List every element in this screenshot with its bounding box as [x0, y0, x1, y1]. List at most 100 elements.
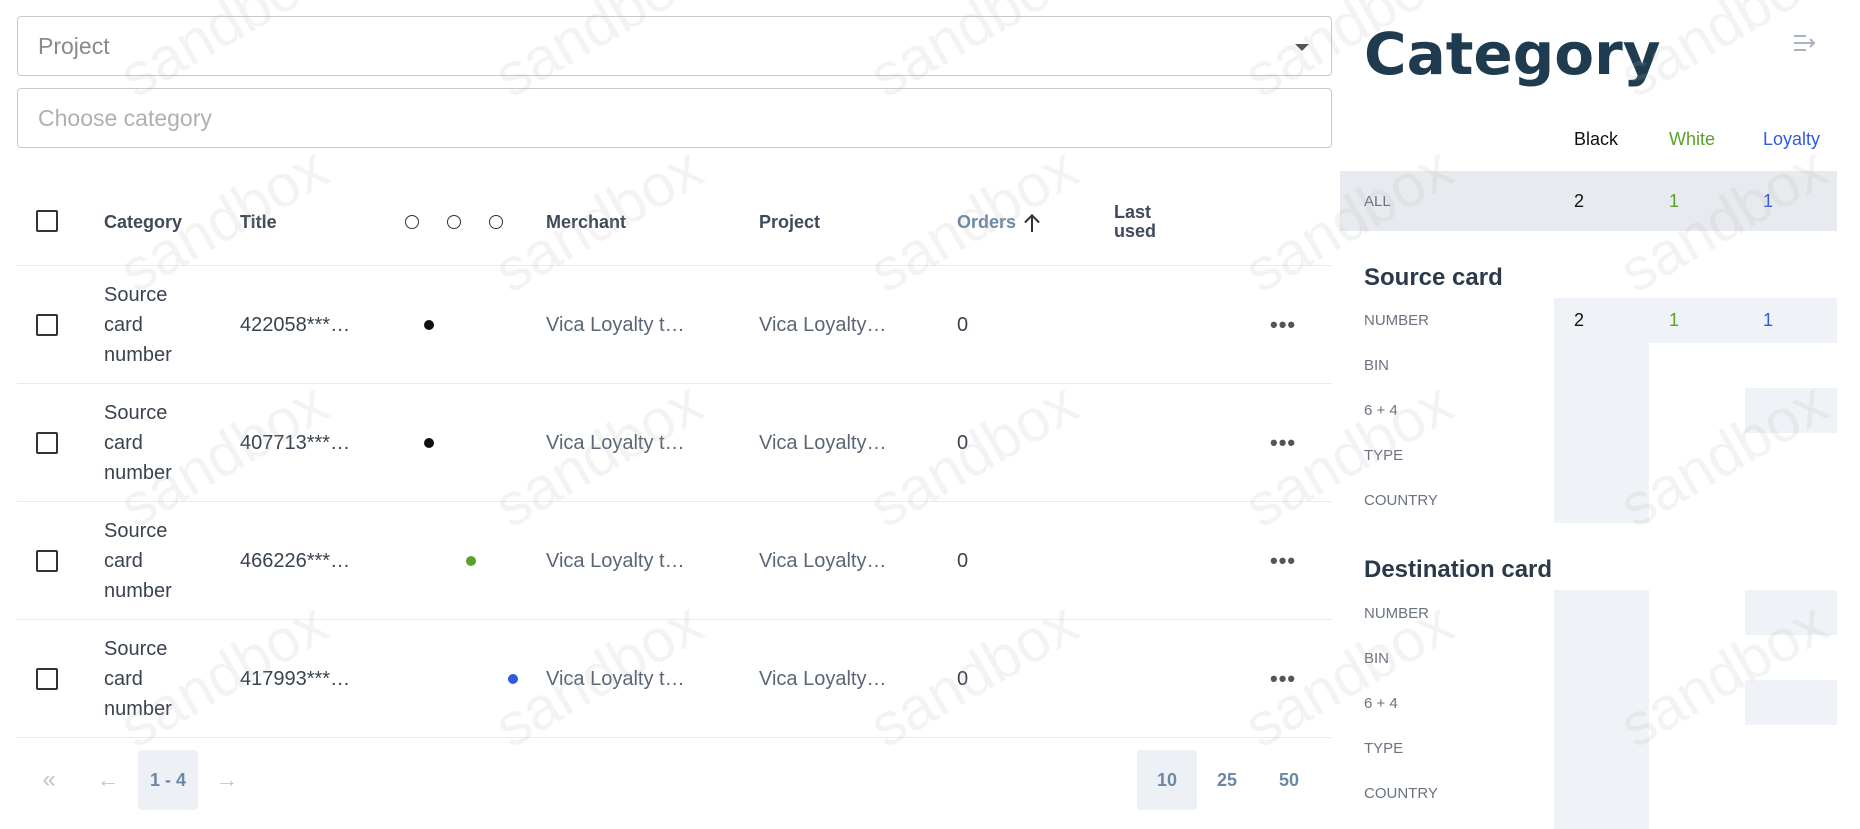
table-row[interactable]: Source card number 466226***… Vica Loyal… [17, 502, 1332, 620]
header-category[interactable]: Category [104, 178, 182, 266]
table-row[interactable]: Source card number 407713***… Vica Loyal… [17, 384, 1332, 502]
row-project[interactable]: Vica Loyalty… [759, 620, 886, 738]
circle-icon [489, 215, 503, 229]
dest-country-label: COUNTRY [1364, 785, 1438, 802]
source-bin-label: BIN [1364, 357, 1390, 374]
dest-64-loyalty-band [1745, 680, 1837, 725]
category-panel: Category Black White Loyalty ALL 2 1 1 S… [1340, 0, 1860, 829]
project-select[interactable]: Project [17, 16, 1332, 76]
select-all-checkbox[interactable] [36, 210, 58, 232]
row-merchant[interactable]: Vica Loyalty t… [546, 502, 685, 620]
source-card-title: Source card [1364, 264, 1503, 291]
row-status-dot [508, 620, 518, 738]
row-project[interactable]: Vica Loyalty… [759, 266, 886, 384]
rules-table: Category Title Merchant Project Orders L… [17, 178, 1332, 738]
row-merchant[interactable]: Vica Loyalty t… [546, 266, 685, 384]
row-status-dot [424, 384, 434, 502]
page-size-25[interactable]: 25 [1207, 750, 1247, 810]
source-number-white: 1 [1669, 310, 1680, 330]
pagination: « ← 1 - 4 → 10 25 50 [17, 750, 1332, 810]
source-64-label: 6 + 4 [1364, 402, 1398, 419]
row-category: Source card number [104, 384, 172, 502]
row-title: 417993***… [240, 667, 351, 690]
row-more-icon[interactable]: ••• [1270, 266, 1296, 384]
header-loyalty-circle[interactable] [489, 178, 503, 266]
dot-icon [466, 556, 476, 566]
source-type-label: TYPE [1364, 447, 1404, 464]
row-project[interactable]: Vica Loyalty… [759, 502, 886, 620]
source-number-black: 2 [1574, 310, 1585, 330]
row-category-line3: number [104, 344, 172, 366]
row-title: 407713***… [240, 431, 351, 454]
row-orders: 0 [957, 549, 969, 572]
header-white-circle[interactable] [447, 178, 461, 266]
next-page-button[interactable]: → [207, 750, 247, 810]
row-status-dot [466, 502, 476, 620]
all-white-value: 1 [1669, 191, 1680, 211]
dest-bin-label: BIN [1364, 650, 1390, 667]
row-title: 422058***… [240, 313, 351, 336]
col-loyalty-label: Loyalty [1763, 129, 1821, 149]
dest-type-label: TYPE [1364, 740, 1404, 757]
source-number-label: NUMBER [1364, 312, 1430, 329]
dot-icon [508, 674, 518, 684]
category-input[interactable]: Choose category [17, 88, 1332, 148]
row-more-icon[interactable]: ••• [1270, 502, 1296, 620]
page-range[interactable]: 1 - 4 [138, 750, 198, 810]
all-loyalty-value: 1 [1763, 191, 1774, 211]
row-category-line2: card [104, 550, 143, 572]
header-last-used[interactable]: Last used [1114, 178, 1156, 266]
header-merchant[interactable]: Merchant [546, 178, 626, 266]
table-row[interactable]: Source card number 422058***… Vica Loyal… [17, 266, 1332, 384]
category-input-placeholder: Choose category [38, 104, 212, 131]
header-orders[interactable]: Orders [957, 178, 1040, 266]
row-checkbox[interactable] [36, 550, 58, 572]
dest-64-label: 6 + 4 [1364, 695, 1398, 712]
row-status-dot [424, 266, 434, 384]
project-select-placeholder: Project [38, 32, 110, 59]
source-64-loyalty-band [1745, 388, 1837, 433]
page-size-50[interactable]: 50 [1269, 750, 1309, 810]
table-header: Category Title Merchant Project Orders L… [17, 178, 1332, 266]
source-number-loyalty: 1 [1763, 310, 1774, 330]
row-category-line1: Source [104, 520, 168, 542]
source-country-label: COUNTRY [1364, 492, 1438, 509]
row-more-icon[interactable]: ••• [1270, 384, 1296, 502]
row-category-line1: Source [104, 402, 168, 424]
table-row[interactable]: Source card number 417993***… Vica Loyal… [17, 620, 1332, 738]
row-checkbox[interactable] [36, 432, 58, 454]
first-page-button[interactable]: « [29, 750, 69, 810]
circle-icon [447, 215, 461, 229]
header-last-used-line2: used [1114, 221, 1157, 241]
destination-card-title: Destination card [1364, 556, 1553, 583]
header-title[interactable]: Title [240, 178, 277, 266]
prev-page-button[interactable]: ← [88, 750, 128, 810]
circle-icon [405, 215, 419, 229]
row-category-line1: Source [104, 284, 168, 306]
page-size-10[interactable]: 10 [1137, 750, 1197, 810]
header-orders-label: Orders [957, 211, 1017, 232]
row-category-line2: card [104, 314, 143, 336]
header-last-used-line1: Last [1114, 202, 1152, 222]
row-category-line2: card [104, 668, 143, 690]
panel-title: Category [1364, 20, 1661, 88]
dot-icon [424, 320, 434, 330]
row-project[interactable]: Vica Loyalty… [759, 384, 886, 502]
header-project[interactable]: Project [759, 178, 820, 266]
row-more-icon[interactable]: ••• [1270, 620, 1296, 738]
header-black-circle[interactable] [405, 178, 419, 266]
row-category-line1: Source [104, 638, 168, 660]
collapse-panel-icon[interactable] [1792, 32, 1818, 54]
dest-black-column-band [1554, 590, 1649, 829]
row-merchant[interactable]: Vica Loyalty t… [546, 384, 685, 502]
row-merchant[interactable]: Vica Loyalty t… [546, 620, 685, 738]
dest-number-loyalty-band [1745, 590, 1837, 635]
row-category-line3: number [104, 462, 172, 484]
col-black-label: Black [1574, 129, 1619, 149]
row-checkbox[interactable] [36, 314, 58, 336]
row-category-line3: number [104, 580, 172, 602]
row-checkbox[interactable] [36, 668, 58, 690]
row-category: Source card number [104, 620, 172, 738]
row-category-line2: card [104, 432, 143, 454]
row-category: Source card number [104, 502, 172, 620]
